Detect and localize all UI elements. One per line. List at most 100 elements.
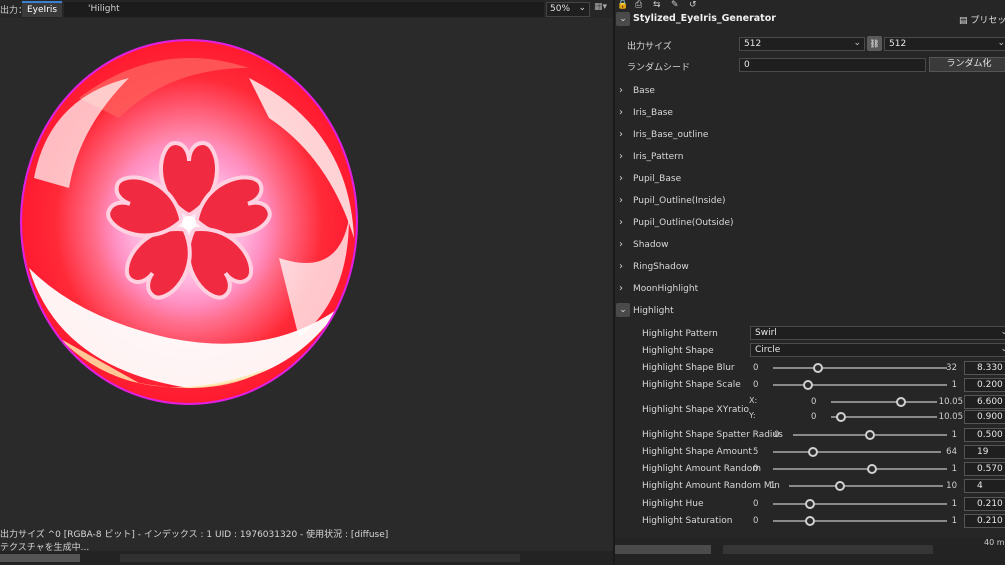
section-ringshadow[interactable]: › RingShadow (615, 259, 1005, 275)
tab-eyeiris[interactable]: EyeIris (22, 1, 62, 17)
slider-knob[interactable] (835, 412, 846, 422)
random-seed-label: ランダムシード (627, 63, 691, 73)
preset-label: プリセット (970, 16, 1005, 26)
highlight-shape-blur-row: Highlight Shape Blur 0 32 8.330 (615, 360, 1005, 376)
section-pupil-base[interactable]: › Pupil_Base (615, 171, 1005, 187)
slider-knob[interactable] (834, 481, 845, 491)
properties-toolbar: 🔒 ⎙ ⇆ ✎ ↺ (615, 0, 1005, 10)
section-highlight[interactable]: ⌄ Highlight (615, 303, 1005, 319)
section-pupil-outline-outside[interactable]: › Pupil_Outline(Outside) (615, 215, 1005, 231)
slider-knob[interactable] (804, 499, 815, 509)
randomize-button[interactable]: ランダム化 (929, 57, 1005, 72)
reset-icon[interactable]: ↺ (689, 0, 697, 10)
slider-knob[interactable] (865, 430, 875, 440)
collapse-icon[interactable]: ⌄ (616, 12, 630, 26)
slider-track[interactable] (831, 416, 937, 418)
slider-max: 10.05 (938, 412, 963, 422)
slider-value-input[interactable]: 0.570 (964, 462, 1005, 476)
output-size-height-select[interactable]: 512 ⌄ (884, 37, 1005, 51)
slider-value-input[interactable]: 0.210 (964, 514, 1005, 528)
highlight-hue-row: Highlight Hue 0 1 0.210 (615, 496, 1005, 512)
section-label: Shadow (633, 240, 669, 250)
axis-label: X: (749, 396, 758, 405)
section-iris-pattern[interactable]: › Iris_Pattern (615, 149, 1005, 165)
slider-value-input[interactable]: 19 (964, 445, 1005, 459)
chevron-down-icon: ⌄ (1000, 327, 1005, 337)
slider-min: 0 (811, 412, 817, 422)
slider-value-input[interactable]: 0.900 (964, 410, 1005, 424)
slider-value-input[interactable]: 0.210 (964, 497, 1005, 511)
section-label: Base (633, 86, 655, 96)
random-seed-input[interactable]: 0 (739, 58, 926, 72)
slider-min: 0 (753, 516, 759, 526)
slider-track[interactable] (773, 520, 947, 522)
slider-label: Highlight Saturation (642, 516, 733, 526)
section-label: Iris_Base (633, 108, 673, 118)
highlight-pattern-select[interactable]: Swirl ⌄ (750, 326, 1005, 340)
slider-knob[interactable] (867, 464, 878, 474)
section-moonhighlight[interactable]: › MoonHighlight (615, 281, 1005, 297)
slider-track[interactable] (773, 384, 947, 386)
section-iris-base-outline[interactable]: › Iris_Base_outline (615, 127, 1005, 143)
scroll-track (120, 554, 520, 562)
zoom-value: 50% (550, 4, 571, 14)
section-base[interactable]: › Base (615, 83, 1005, 99)
section-label: Iris_Base_outline (633, 130, 709, 140)
slider-track[interactable] (831, 401, 937, 403)
highlight-shape-scale-row: Highlight Shape Scale 0 1 0.200 (615, 377, 1005, 393)
properties-footer: 40 mi (615, 538, 1005, 565)
slider-track[interactable] (773, 367, 947, 369)
chevron-right-icon: › (619, 261, 623, 272)
section-iris-base[interactable]: › Iris_Base (615, 105, 1005, 121)
slider-min: 1 (770, 481, 776, 491)
generator-title: Stylized_EyeIris_Generator (633, 13, 776, 24)
slider-knob[interactable] (813, 363, 824, 373)
section-label: Pupil_Outline(Outside) (633, 218, 734, 228)
slider-max: 10 (946, 481, 957, 491)
slider-knob[interactable] (802, 380, 813, 390)
chevron-right-icon: › (619, 85, 623, 96)
slider-value-input[interactable]: 6.600 (964, 395, 1005, 409)
section-pupil-outline-inside[interactable]: › Pupil_Outline(Inside) (615, 193, 1005, 209)
slider-value-input[interactable]: 0.200 (964, 378, 1005, 392)
slider-knob[interactable] (895, 397, 906, 407)
slider-value-input[interactable]: 8.330 (964, 361, 1005, 375)
preset-button[interactable]: ▤ プリセット (959, 13, 1005, 26)
highlight-amount-random-row: Highlight Amount Random 0 1 0.570 (615, 461, 1005, 477)
section-label: RingShadow (633, 262, 689, 272)
horizontal-scrollbar[interactable] (615, 545, 711, 554)
view-options-icon[interactable]: ▦▾ (594, 2, 607, 12)
slider-knob[interactable] (808, 447, 819, 457)
chevron-down-icon: ⌄ (997, 38, 1005, 48)
slider-label: Highlight Shape Spatter Radius (642, 430, 783, 440)
highlight-shape-select[interactable]: Circle ⌄ (750, 343, 1005, 357)
section-label: Iris_Pattern (633, 152, 684, 162)
scroll-track (723, 545, 933, 554)
slider-track[interactable] (773, 468, 947, 470)
time-readout: 40 mi (984, 538, 1005, 547)
tab-hilight[interactable]: 'Hilight (64, 2, 544, 17)
slider-value-input[interactable]: 0.500 (964, 428, 1005, 442)
chevron-right-icon: › (619, 129, 623, 140)
zoom-select[interactable]: 50% ⌄ (546, 2, 590, 17)
slider-max: 1 (951, 464, 957, 474)
slider-value-input[interactable]: 4 (964, 479, 1005, 493)
slider-track[interactable] (773, 451, 941, 453)
section-shadow[interactable]: › Shadow (615, 237, 1005, 253)
pin-icon[interactable]: ✎ (671, 0, 679, 10)
chevron-down-icon: ⌄ (578, 3, 586, 13)
slider-knob[interactable] (804, 516, 815, 526)
eye-iris-image (20, 39, 358, 405)
slider-track[interactable] (789, 485, 943, 487)
export-icon[interactable]: ⇆ (653, 0, 661, 10)
lock-icon[interactable]: 🔒 (617, 0, 628, 10)
chevron-right-icon: › (619, 151, 623, 162)
slider-track[interactable] (773, 503, 947, 505)
chevron-down-icon: ⌄ (1000, 344, 1005, 354)
preset-icon: ▤ (959, 16, 968, 26)
horizontal-scrollbar[interactable] (0, 554, 80, 562)
output-size-width-select[interactable]: 512 ⌄ (739, 37, 865, 51)
save-icon[interactable]: ⎙ (635, 0, 642, 10)
link-icon[interactable]: ⛓ (867, 36, 882, 51)
slider-max: 1 (951, 499, 957, 509)
